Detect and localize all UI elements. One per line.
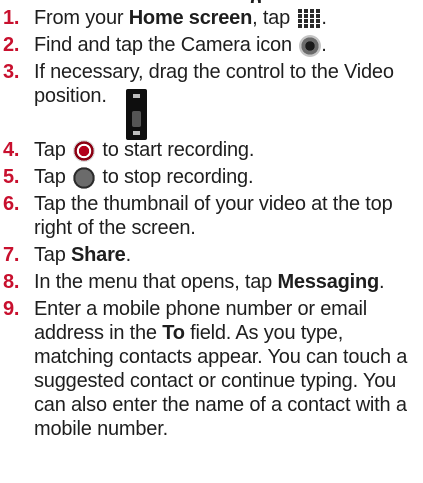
step-1: 1. From your Home screen, tap .	[3, 7, 327, 29]
step-6: 6. Tap the thumbnail of your video at th…	[3, 193, 393, 239]
step-number: 6.	[3, 193, 20, 215]
camera-icon	[299, 34, 322, 57]
step-3: 3. If necessary, drag the control to the…	[0, 60, 423, 140]
step-number: 9.	[3, 298, 20, 320]
step-number: 2.	[3, 34, 20, 56]
messaging-label: Messaging	[277, 271, 380, 293]
apps-grid-icon	[298, 8, 321, 28]
step-7: 7. Tap Share.	[3, 244, 131, 266]
to-field-label: To	[162, 322, 185, 344]
stop-icon	[73, 166, 96, 189]
step-9: 9. Enter a mobile phone number or email …	[3, 298, 408, 440]
step-number: 1.	[3, 7, 20, 29]
instruction-list: 1. From your Home screen, tap . 2. Find …	[0, 6, 423, 444]
step-number: 7.	[3, 244, 20, 266]
record-icon	[73, 139, 96, 162]
step-8: 8. In the menu that opens, tap Messaging…	[3, 271, 385, 293]
step-number: 5.	[3, 166, 20, 188]
step-4: 4. Tap to start recording.	[3, 139, 255, 162]
home-screen-label: Home screen	[128, 7, 253, 29]
step-2: 2. Find and tap the Camera icon .	[3, 34, 327, 57]
step-number: 4.	[3, 139, 20, 161]
step-number: 8.	[3, 271, 20, 293]
step-5: 5. Tap to stop recording.	[3, 166, 254, 189]
share-label: Share	[71, 244, 126, 266]
step-number: 3.	[3, 61, 20, 83]
video-switch-icon	[126, 89, 147, 140]
cut-off-heading: g	[250, 0, 262, 3]
